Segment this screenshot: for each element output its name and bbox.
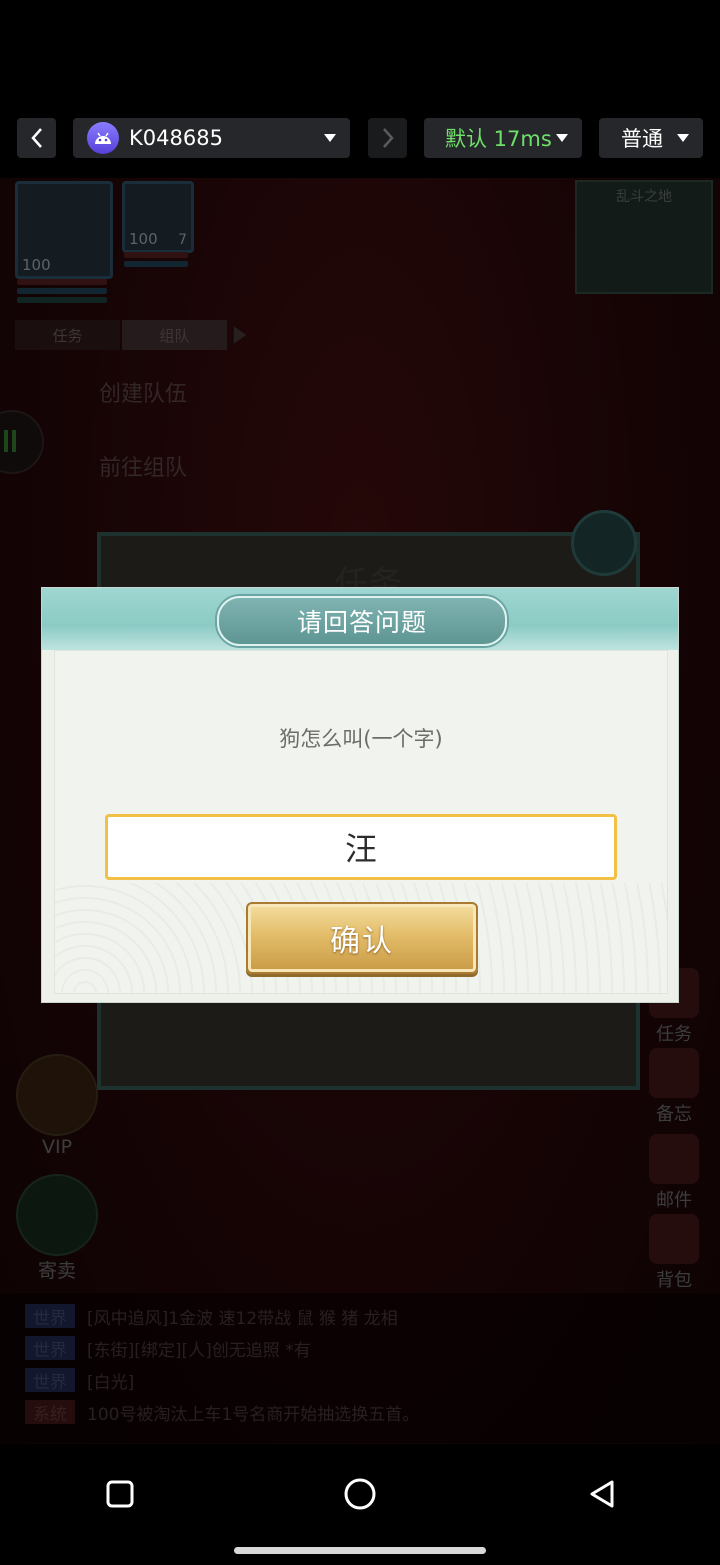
- dialog-header: 请回答问题: [42, 588, 678, 650]
- chevron-down-icon: [324, 134, 336, 142]
- mode-selector[interactable]: 普通: [599, 118, 703, 158]
- square-icon: [106, 1480, 134, 1508]
- circle-icon: [344, 1478, 376, 1510]
- chevron-right-icon: [382, 128, 394, 148]
- latency-selector[interactable]: 默认 17ms: [424, 118, 582, 158]
- question-text: 狗怎么叫(一个字): [279, 727, 443, 751]
- top-control-bar: K048685 默认 17ms 普通: [0, 0, 720, 178]
- home-button[interactable]: [330, 1464, 390, 1524]
- home-indicator[interactable]: [234, 1547, 486, 1554]
- chevron-down-icon: [556, 134, 568, 142]
- forward-button[interactable]: [368, 118, 407, 158]
- answer-input[interactable]: 汪: [105, 814, 617, 880]
- triangle-back-icon: [590, 1480, 614, 1508]
- recents-button[interactable]: [90, 1464, 150, 1524]
- device-selector[interactable]: K048685: [73, 118, 350, 158]
- device-name: K048685: [129, 126, 223, 150]
- mode-label: 普通: [621, 127, 663, 151]
- question-dialog: 请回答问题 狗怎么叫(一个字) 汪 确认: [41, 587, 679, 1003]
- dialog-title: 请回答问题: [217, 596, 507, 646]
- back-nav-button[interactable]: [572, 1464, 632, 1524]
- chevron-down-icon: [677, 134, 689, 142]
- back-button[interactable]: [17, 118, 56, 158]
- confirm-button[interactable]: 确认: [246, 902, 478, 974]
- android-icon: [87, 122, 119, 154]
- dialog-body: 狗怎么叫(一个字) 汪 确认: [54, 650, 668, 994]
- chevron-left-icon: [30, 128, 42, 148]
- latency-label: 默认 17ms: [445, 127, 552, 151]
